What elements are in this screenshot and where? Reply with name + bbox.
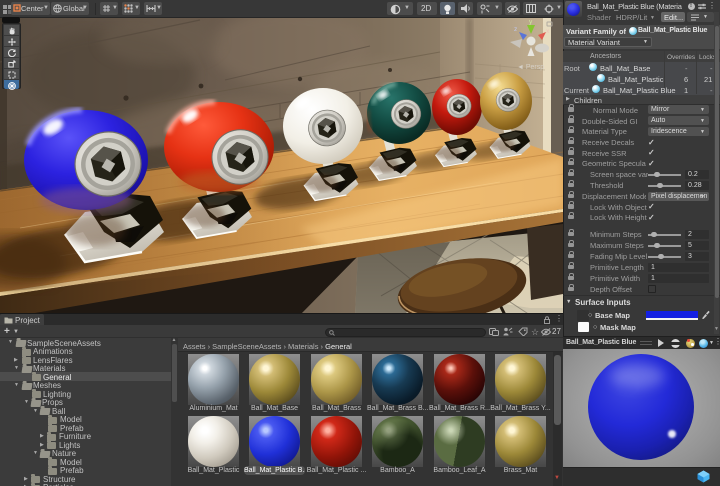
svg-text:z: z (514, 26, 517, 33)
svg-text:◄ Persp: ◄ Persp (517, 64, 544, 71)
